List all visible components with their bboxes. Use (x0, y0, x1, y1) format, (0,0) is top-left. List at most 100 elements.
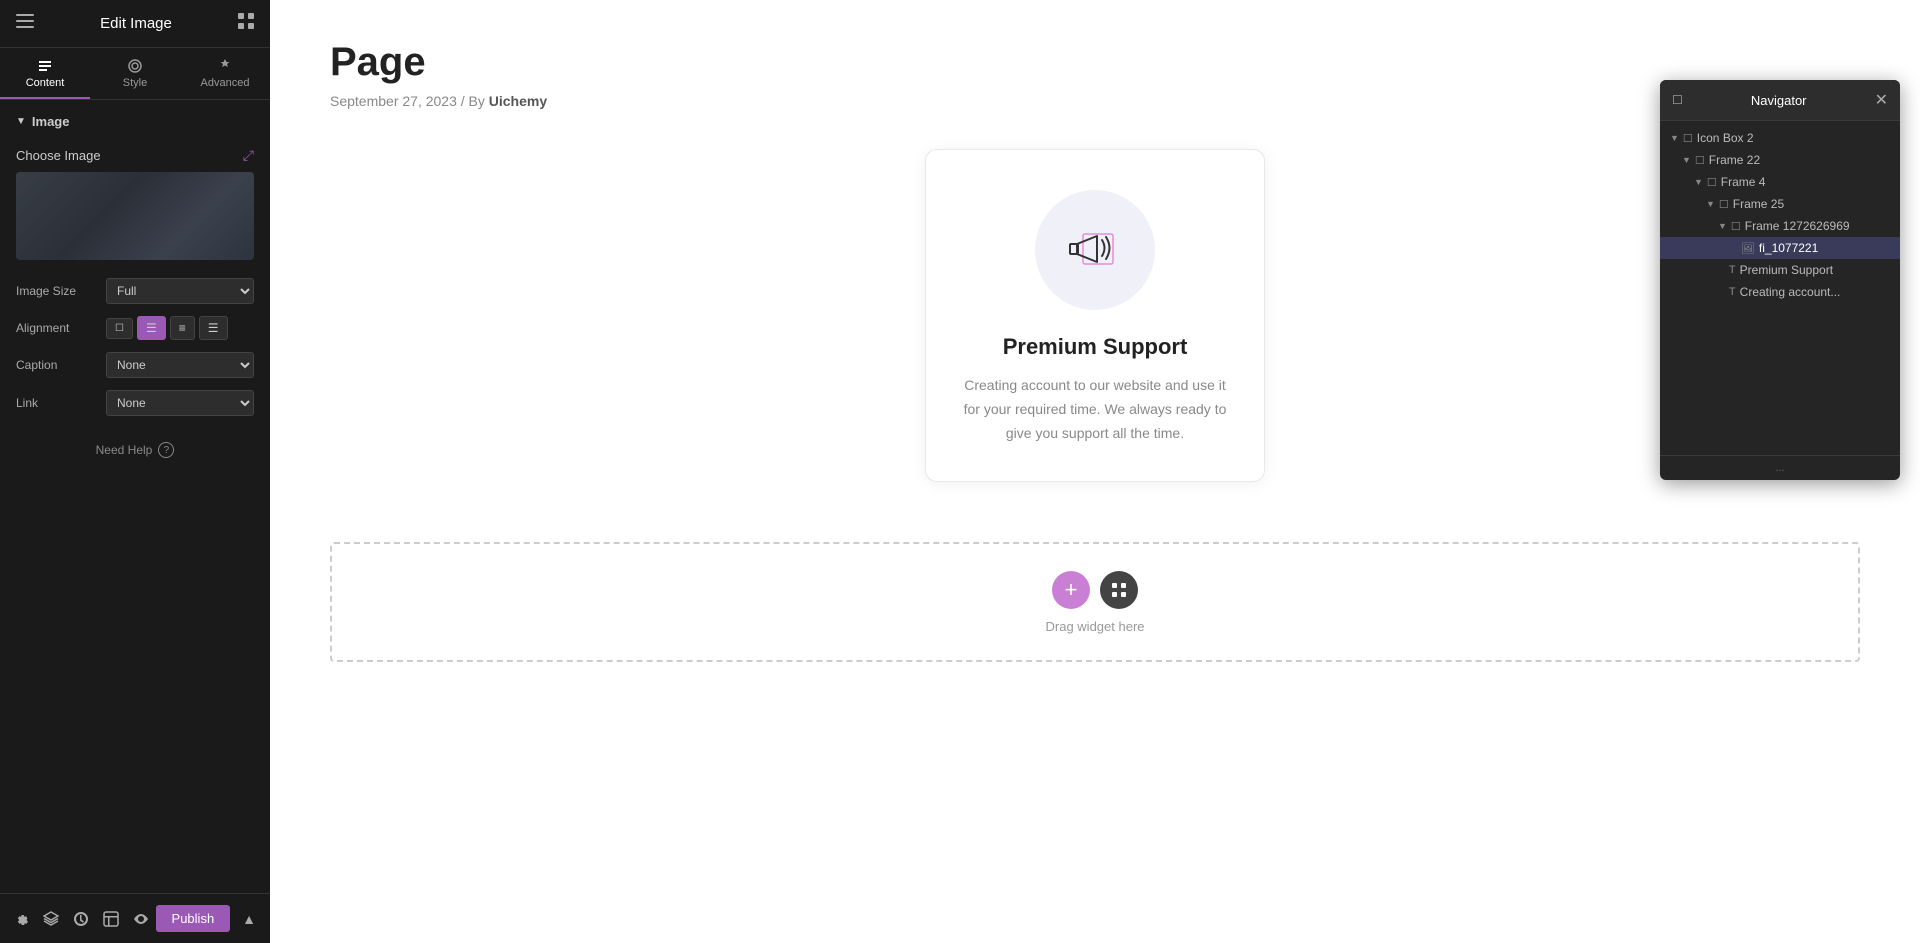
navigator-title: Navigator (1751, 93, 1807, 108)
drop-zone-buttons: + (1052, 571, 1138, 609)
link-label: Link (16, 396, 106, 410)
history-icon-button[interactable] (66, 894, 96, 943)
nav-label-3: Frame 25 (1733, 197, 1784, 211)
caption-row: Caption None Above Below (0, 346, 270, 384)
nav-item-frame1272626969[interactable]: ▼ ☐ Frame 1272626969 (1660, 215, 1900, 237)
nav-type-icon-4: ☐ (1731, 220, 1741, 233)
caption-label: Caption (16, 358, 106, 372)
settings-icon-button[interactable] (6, 894, 36, 943)
page-date: September 27, 2023 / By (330, 93, 485, 109)
left-sidebar: Edit Image Content Style (0, 0, 270, 943)
navigator-close-button[interactable]: ✕ (1875, 90, 1888, 110)
nav-item-frame4[interactable]: ▼ ☐ Frame 4 (1660, 171, 1900, 193)
nav-type-icon-6: T (1729, 264, 1736, 276)
nav-type-icon-5: 🖼 (1741, 242, 1755, 255)
template-icon-button[interactable] (96, 894, 126, 943)
nav-type-icon-3: ☐ (1719, 198, 1729, 211)
help-icon: ? (158, 442, 174, 458)
align-right-button[interactable]: ☰ (199, 316, 228, 340)
sidebar-header: Edit Image (0, 0, 270, 48)
navigator-footer: ... (1660, 455, 1900, 480)
nav-item-creating-account[interactable]: ▶ T Creating account... (1660, 281, 1900, 303)
tab-content-label: Content (26, 77, 65, 89)
expand-arrows-icon[interactable]: ⤢ (243, 147, 254, 164)
nav-item-premium-support[interactable]: ▶ T Premium Support (1660, 259, 1900, 281)
nav-item-iconbox2[interactable]: ▼ ☐ Icon Box 2 (1660, 127, 1900, 149)
nav-item-frame25[interactable]: ▼ ☐ Frame 25 (1660, 193, 1900, 215)
nav-type-icon-7: T (1729, 286, 1736, 298)
tab-style-label: Style (123, 77, 147, 89)
nav-arrow-0: ▼ (1670, 133, 1679, 143)
nav-arrow-3: ▼ (1706, 199, 1715, 209)
image-preview-inner (16, 172, 254, 260)
grid-widget-button[interactable] (1100, 571, 1138, 609)
nav-type-icon-1: ☐ (1695, 154, 1705, 167)
image-size-row: Image Size Full Large Medium Thumbnail (0, 272, 270, 310)
nav-label-4: Frame 1272626969 (1745, 219, 1850, 233)
drop-zone-label: Drag widget here (1046, 619, 1145, 634)
nav-label-6: Premium Support (1740, 263, 1833, 277)
tab-content[interactable]: Content (0, 48, 90, 99)
page-title: Page (330, 40, 1860, 85)
tab-style[interactable]: Style (90, 48, 180, 99)
section-title: Image (32, 114, 70, 129)
card-wrapper: Premium Support Creating account to our … (330, 149, 1860, 482)
caption-select[interactable]: None Above Below (106, 352, 254, 378)
nav-arrow-1: ▼ (1682, 155, 1691, 165)
need-help-row[interactable]: Need Help ? (0, 442, 270, 458)
choose-image-label: Choose Image (16, 148, 101, 163)
nav-type-icon-2: ☐ (1707, 176, 1717, 189)
tab-advanced-label: Advanced (201, 77, 250, 89)
hamburger-icon[interactable] (16, 14, 34, 33)
drop-zone: + Drag widget here (330, 542, 1860, 662)
tab-advanced[interactable]: Advanced (180, 48, 270, 99)
link-row: Link None Media File Custom URL (0, 384, 270, 422)
nav-item-frame22[interactable]: ▼ ☐ Frame 22 (1660, 149, 1900, 171)
link-select[interactable]: None Media File Custom URL (106, 390, 254, 416)
collapse-sidebar-button[interactable]: ▲ (234, 911, 264, 927)
nav-label-2: Frame 4 (1721, 175, 1766, 189)
nav-label-7: Creating account... (1740, 285, 1841, 299)
image-size-label: Image Size (16, 284, 106, 298)
page-author: Uichemy (489, 93, 547, 109)
card-title: Premium Support (956, 334, 1234, 360)
support-card: Premium Support Creating account to our … (925, 149, 1265, 482)
card-icon-circle (1035, 190, 1155, 310)
navigator-panel-icon: ☐ (1672, 93, 1683, 107)
megaphone-icon (1055, 210, 1135, 290)
sidebar-tabs: Content Style Advanced (0, 48, 270, 100)
align-center-button[interactable]: ≡ (170, 316, 195, 340)
image-section-header: ▼ Image (0, 100, 270, 139)
align-left-button[interactable]: ☰ (137, 316, 166, 340)
image-preview[interactable] (16, 172, 254, 260)
need-help-label: Need Help (96, 443, 153, 457)
grid-icon[interactable] (238, 13, 254, 34)
alignment-label: Alignment (16, 321, 106, 335)
nav-label-0: Icon Box 2 (1697, 131, 1754, 145)
layers-icon-button[interactable] (36, 894, 66, 943)
nav-type-icon-0: ☐ (1683, 132, 1693, 145)
nav-label-1: Frame 22 (1709, 153, 1760, 167)
sidebar-content: ▼ Image Choose Image ⤢ Image Size Full L… (0, 100, 270, 893)
page-meta: September 27, 2023 / By Uichemy (330, 93, 1860, 109)
navigator-panel: ☐ Navigator ✕ ▼ ☐ Icon Box 2 ▼ ☐ Frame 2… (1660, 80, 1900, 480)
sidebar-title: Edit Image (100, 15, 172, 32)
image-size-field: Full Large Medium Thumbnail (106, 278, 254, 304)
caption-field: None Above Below (106, 352, 254, 378)
navigator-header: ☐ Navigator ✕ (1660, 80, 1900, 121)
navigator-footer-text: ... (1775, 462, 1784, 474)
nav-tree: ▼ ☐ Icon Box 2 ▼ ☐ Frame 22 ▼ ☐ Frame 4 … (1660, 121, 1900, 455)
publish-button[interactable]: Publish (156, 905, 231, 932)
nav-item-fi1077221[interactable]: ▶ 🖼 fi_1077221 (1660, 237, 1900, 259)
add-widget-button[interactable]: + (1052, 571, 1090, 609)
alignment-controls: ☐ ☰ ≡ ☰ (106, 316, 254, 340)
card-description: Creating account to our website and use … (956, 374, 1234, 445)
nav-label-5: fi_1077221 (1759, 241, 1818, 255)
sidebar-bottom: Publish ▲ (0, 893, 270, 943)
eye-icon-button[interactable] (126, 894, 156, 943)
link-field: None Media File Custom URL (106, 390, 254, 416)
image-size-select[interactable]: Full Large Medium Thumbnail (106, 278, 254, 304)
choose-image-row: Choose Image ⤢ (0, 139, 270, 168)
nav-arrow-2: ▼ (1694, 177, 1703, 187)
nav-arrow-4: ▼ (1718, 221, 1727, 231)
